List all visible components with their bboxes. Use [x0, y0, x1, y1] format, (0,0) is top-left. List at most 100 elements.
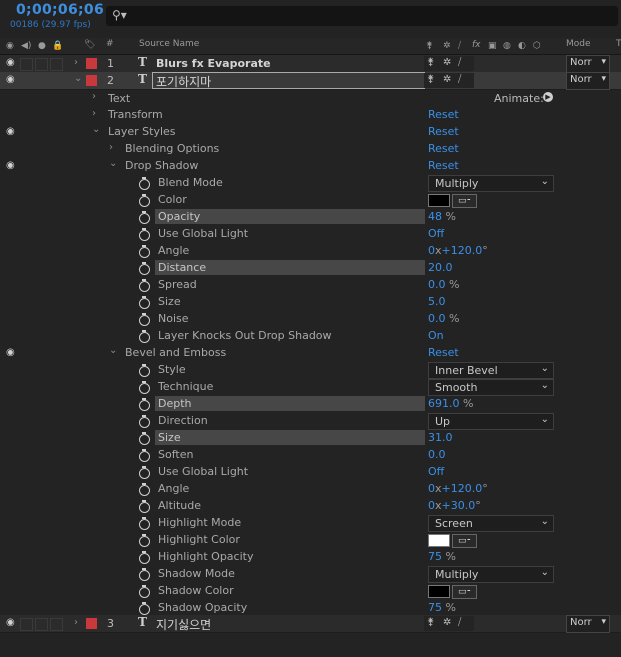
column-mode[interactable]: Mode	[566, 39, 591, 49]
collapse-icon[interactable]: ✲	[443, 74, 451, 85]
layer-row[interactable]: ◉ ⌄ 2 T 포기하지마 ⚵ ✲ ⧸ Norr ▾	[0, 72, 621, 90]
chevron-right-icon[interactable]: ›	[74, 57, 78, 68]
stopwatch-icon[interactable]	[139, 534, 150, 547]
chevron-right-icon[interactable]: ›	[92, 108, 96, 119]
quality-icon[interactable]: ⧸	[458, 40, 461, 52]
reset-link[interactable]: Reset	[428, 125, 459, 138]
eye-icon[interactable]: ◉	[6, 74, 15, 85]
solo-switch[interactable]	[35, 58, 48, 71]
eye-icon[interactable]: ◉	[6, 57, 15, 68]
degrees-value[interactable]: +120.0	[442, 482, 483, 495]
lock-switch[interactable]	[50, 58, 63, 71]
stopwatch-icon[interactable]	[139, 330, 150, 343]
stopwatch-icon[interactable]	[139, 398, 150, 411]
label-color[interactable]	[86, 75, 97, 86]
ds-size-value[interactable]: 5.0	[428, 295, 446, 308]
blend-mode-select[interactable]: Norr ▾	[566, 615, 610, 633]
chevron-right-icon[interactable]: ›	[109, 142, 113, 153]
reset-link[interactable]: Reset	[428, 142, 459, 155]
layer-name[interactable]: 지기싫으면	[156, 616, 211, 633]
eyedropper-icon[interactable]: ▭⁃	[452, 585, 477, 599]
revolutions-value[interactable]: 0	[428, 244, 435, 257]
solo-icon[interactable]: ●	[38, 40, 46, 52]
chevron-right-icon[interactable]: ›	[74, 617, 78, 628]
eyedropper-icon[interactable]: ▭⁃	[452, 194, 477, 208]
quality-icon[interactable]: ⧸	[458, 74, 461, 85]
blend-mode-select[interactable]: Norr ▾	[566, 72, 610, 90]
color-swatch[interactable]	[428, 194, 450, 207]
fx-icon[interactable]: fx	[472, 39, 481, 51]
stopwatch-icon[interactable]	[139, 568, 150, 581]
stopwatch-icon[interactable]	[139, 194, 150, 207]
stopwatch-icon[interactable]	[139, 228, 150, 241]
current-time-display[interactable]: 0;00;06;06	[16, 2, 104, 18]
value-number[interactable]: 75	[428, 550, 442, 563]
be-angle-value[interactable]: 0x+120.0°	[428, 482, 488, 495]
solo-switch[interactable]	[35, 75, 48, 88]
label-tag-icon[interactable]: 🏷	[84, 39, 95, 51]
chevron-down-icon[interactable]: ⌄	[92, 124, 100, 135]
stopwatch-icon[interactable]	[139, 517, 150, 530]
color-swatch[interactable]	[428, 534, 450, 547]
ds-spread-value[interactable]: 0.0 %	[428, 278, 459, 291]
stopwatch-icon[interactable]	[139, 313, 150, 326]
quality-icon[interactable]: ⧸	[458, 617, 461, 628]
stopwatch-icon[interactable]	[139, 279, 150, 292]
value-number[interactable]: 0.0	[428, 278, 446, 291]
stopwatch-icon[interactable]	[139, 449, 150, 462]
value-number[interactable]: 0.0	[428, 312, 446, 325]
ds-angle-value[interactable]: 0x+120.0°	[428, 244, 488, 257]
revolutions-value[interactable]: 0	[428, 482, 435, 495]
frame-blend-icon[interactable]: ▣	[488, 40, 497, 52]
layer-row[interactable]: ◉ › 3 T 지기싫으면 ⚵ ✲ ⧸ Norr ▾	[0, 615, 621, 633]
ds-noise-value[interactable]: 0.0 %	[428, 312, 459, 325]
be-style-dropdown[interactable]: Inner Bevel ⌄	[428, 362, 554, 379]
audio-switch[interactable]	[20, 618, 33, 631]
reset-link[interactable]: Reset	[428, 159, 459, 172]
ds-distance-value[interactable]: 20.0	[428, 261, 453, 274]
ds-opacity-value[interactable]: 48 %	[428, 210, 456, 223]
eyedropper-icon[interactable]: ▭⁃	[452, 534, 477, 548]
reset-link[interactable]: Reset	[428, 346, 459, 359]
degrees-value[interactable]: +120.0	[442, 244, 483, 257]
toggle-value[interactable]: Off	[428, 465, 444, 478]
chevron-down-icon[interactable]: ⌄	[109, 345, 117, 356]
value-number[interactable]: 75	[428, 601, 442, 614]
revolutions-value[interactable]: 0	[428, 499, 435, 512]
be-soften-value[interactable]: 0.0	[428, 448, 446, 461]
collapse-icon[interactable]: ✲	[443, 57, 451, 68]
stopwatch-icon[interactable]	[139, 177, 150, 190]
adjustment-icon[interactable]: ◐	[518, 40, 526, 52]
audio-icon[interactable]: ◀)	[21, 40, 31, 52]
stopwatch-icon[interactable]	[139, 602, 150, 615]
collapse-icon[interactable]: ✲	[443, 617, 451, 628]
play-icon[interactable]: ▶	[543, 92, 553, 102]
search-input[interactable]: ⚲▾	[106, 6, 618, 26]
chevron-down-icon[interactable]: ⌄	[74, 73, 82, 84]
eye-icon[interactable]: ◉	[6, 347, 15, 358]
stopwatch-icon[interactable]	[139, 551, 150, 564]
stopwatch-icon[interactable]	[139, 211, 150, 224]
stopwatch-icon[interactable]	[139, 466, 150, 479]
be-shadow-opacity-value[interactable]: 75 %	[428, 601, 456, 614]
reset-link[interactable]: Reset	[428, 108, 459, 121]
label-color[interactable]	[86, 618, 97, 629]
blend-mode-select[interactable]: Norr ▾	[566, 55, 610, 73]
value-number[interactable]: 691.0	[428, 397, 460, 410]
layer-row[interactable]: ◉ › 1 T Blurs fx Evaporate ⚵ ✲ ⧸ Norr ▾	[0, 55, 621, 73]
audio-switch[interactable]	[20, 75, 33, 88]
layer-name-edit-field[interactable]: 포기하지마	[152, 72, 425, 89]
3d-layer-icon[interactable]: ⬡	[533, 40, 541, 52]
stopwatch-icon[interactable]	[139, 585, 150, 598]
eye-icon[interactable]: ◉	[6, 617, 15, 628]
stopwatch-icon[interactable]	[139, 381, 150, 394]
value-number[interactable]: 48	[428, 210, 442, 223]
be-direction-dropdown[interactable]: Up ⌄	[428, 413, 554, 430]
stopwatch-icon[interactable]	[139, 483, 150, 496]
be-technique-dropdown[interactable]: Smooth ⌄	[428, 379, 554, 396]
label-color[interactable]	[86, 58, 97, 69]
degrees-value[interactable]: +30.0	[442, 499, 476, 512]
shy-icon[interactable]: ⚵	[427, 57, 434, 68]
shy-icon[interactable]: ⚵	[427, 74, 434, 85]
be-highlight-mode-dropdown[interactable]: Screen ⌄	[428, 515, 554, 532]
